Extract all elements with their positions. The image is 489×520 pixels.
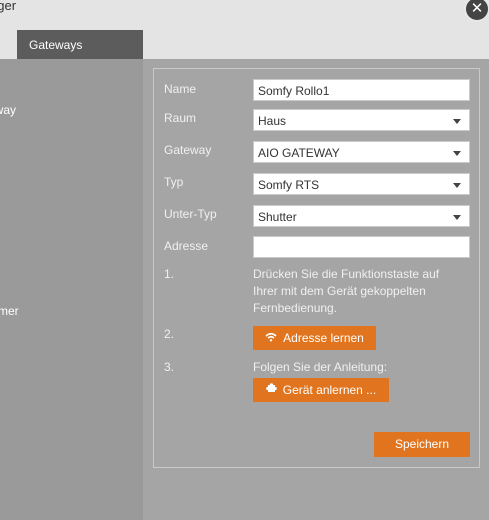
raum-label: Raum [164,111,197,125]
gateway-value: AIO GATEWAY [258,146,340,160]
step-1-number: 1. [164,267,175,281]
puzzle-icon [265,383,277,392]
teach-device-label: Gerät anlernen ... [282,383,377,397]
name-field[interactable]: Somfy Rollo1 [253,79,470,101]
title-bar: ager [0,0,489,30]
raum-value: Haus [258,114,287,128]
gateway-label: Gateway [164,143,212,157]
step-3-text: Folgen Sie der Anleitung: [253,360,388,374]
tab-gateways[interactable]: Gateways [17,30,143,59]
learn-address-label: Adresse lernen [283,331,364,345]
step-1-line-2: Ihrer mit dem Gerät gekoppelten [253,284,426,298]
step-2-number: 2. [164,327,175,341]
sidebar [0,59,143,520]
gateway-select[interactable]: AIO GATEWAY [253,141,470,163]
raum-select[interactable]: Haus [253,109,470,131]
untertyp-value: Shutter [258,210,297,224]
step-1-line-1: Drücken Sie die Funktionstaste auf [253,267,440,281]
save-button[interactable]: Speichern [374,432,470,457]
learn-address-button[interactable]: Adresse lernen [253,326,376,350]
adresse-label: Adresse [164,239,209,253]
name-label: Name [164,82,197,96]
step-1-line-3: Fernbedienung. [253,301,338,315]
chevron-down-icon [453,215,461,220]
untertyp-select[interactable]: Shutter [253,205,470,227]
wifi-icon [265,332,277,342]
chevron-down-icon [453,119,461,124]
adresse-field[interactable] [253,236,470,258]
chevron-down-icon [453,151,461,156]
sidebar-item-gateway[interactable]: eway [0,103,16,117]
window-title: ager [0,0,17,13]
typ-select[interactable]: Somfy RTS [253,173,470,195]
close-button[interactable]: ✕ [464,0,489,22]
typ-value: Somfy RTS [258,178,320,192]
sidebar-item-dimmer[interactable]: mmer [0,304,19,318]
chevron-down-icon [453,183,461,188]
close-icon: ✕ [470,0,484,17]
untertyp-label: Unter-Typ [164,207,217,221]
step-1-text: Drücken Sie die Funktionstaste auf Ihrer… [253,266,439,317]
teach-device-button[interactable]: Gerät anlernen ... [253,378,389,402]
step-3-number: 3. [164,360,175,374]
typ-label: Typ [164,175,184,189]
